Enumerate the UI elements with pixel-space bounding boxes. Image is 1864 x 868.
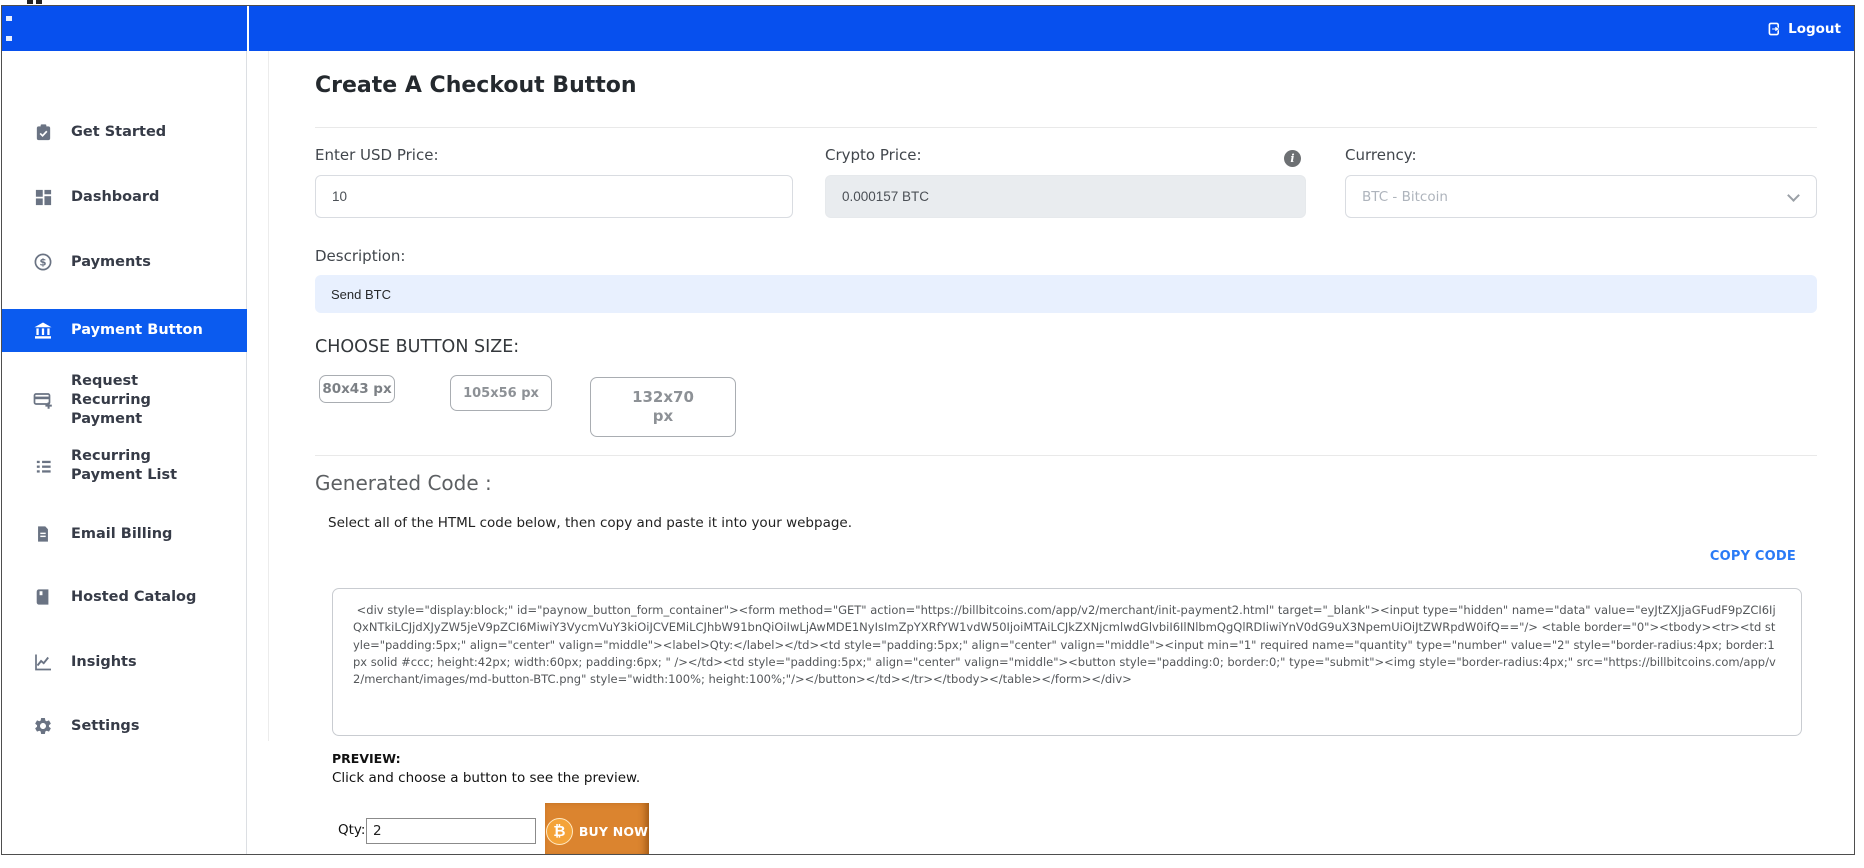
divider [315, 455, 1817, 456]
generated-code-instruction: Select all of the HTML code below, then … [328, 515, 853, 531]
top-navbar: Logout [2, 6, 1854, 51]
dashboard-grid-icon [32, 186, 54, 208]
crypto-price-label: Crypto Price: [825, 146, 922, 164]
sidebar-item-label: Request Recurring Payment [71, 373, 151, 427]
sidebar-item-hosted-catalog[interactable]: Hosted Catalog [2, 577, 247, 617]
currency-selected-value: BTC - Bitcoin [1362, 188, 1448, 205]
sidebar-item-label: Dashboard [71, 188, 160, 205]
usd-price-label: Enter USD Price: [315, 146, 439, 164]
sidebar-item-email-billing[interactable]: Email Billing [2, 514, 247, 554]
generated-code-box[interactable]: <div style="display:block;" id="paynow_b… [332, 588, 1802, 736]
sidebar-item-label: Email Billing [71, 525, 173, 542]
sidebar-item-settings[interactable]: Settings [2, 706, 247, 746]
qty-input[interactable] [366, 818, 536, 844]
size-option-105x56[interactable]: 105x56 px [450, 375, 552, 411]
size-option-132x70[interactable]: 132x70 px [590, 377, 736, 437]
sidebar-item-dashboard[interactable]: Dashboard [2, 177, 247, 217]
currency-label: Currency: [1345, 146, 1417, 164]
logout-button[interactable]: Logout [1767, 6, 1841, 51]
size-option-80x43[interactable]: 80x43 px [319, 375, 395, 403]
sidebar-item-label: Payment Button [71, 322, 203, 339]
qty-label: Qty: [338, 822, 366, 838]
card-edge [268, 51, 269, 741]
sidebar-item-insights[interactable]: Insights [2, 642, 247, 682]
currency-select[interactable]: BTC - Bitcoin [1345, 175, 1817, 218]
page-title: Create A Checkout Button [315, 73, 637, 98]
crypto-price-input [825, 175, 1306, 218]
sidebar-item-label: Payments [71, 253, 151, 270]
sidebar-item-label: Hosted Catalog [71, 588, 197, 605]
logo-fragment [6, 16, 13, 44]
description-input[interactable] [315, 275, 1817, 313]
buy-now-button[interactable]: ₿ BUY NOW [545, 803, 649, 854]
sidebar-item-get-started[interactable]: Get Started [2, 112, 247, 152]
window-artifact [36, 0, 42, 4]
window-artifact [27, 0, 33, 4]
chevron-down-icon [1787, 189, 1800, 202]
svg-text:$: $ [40, 258, 47, 269]
size-option-label: 105x56 px [463, 385, 539, 401]
choose-button-size-label: CHOOSE BUTTON SIZE: [315, 337, 520, 357]
dollar-circle-icon: $ [32, 251, 54, 273]
size-option-label: 80x43 px [322, 381, 392, 397]
document-icon [32, 523, 54, 545]
copy-code-button[interactable]: COPY CODE [1710, 549, 1796, 564]
sidebar-item-label: Recurring Payment List [71, 448, 178, 483]
divider [315, 127, 1817, 128]
chart-line-icon [32, 651, 54, 673]
main-content: Create A Checkout Button Enter USD Price… [248, 51, 1854, 854]
usd-price-input[interactable] [315, 175, 793, 218]
buy-now-label: BUY NOW [578, 823, 649, 839]
clipboard-check-icon [32, 121, 54, 143]
sidebar: Get Started Dashboard $ Payments Payment… [2, 51, 247, 854]
sidebar-item-request-recurring-payment[interactable]: Request Recurring Payment [2, 372, 247, 429]
topbar-divider [247, 6, 249, 51]
sidebar-item-payments[interactable]: $ Payments [2, 242, 247, 282]
book-icon [32, 586, 54, 608]
logout-label: Logout [1788, 20, 1841, 37]
info-icon[interactable]: i [1284, 150, 1301, 167]
gear-icon [32, 715, 54, 737]
sidebar-item-label: Insights [71, 653, 137, 670]
preview-title: PREVIEW: [332, 751, 401, 766]
bitcoin-icon: ₿ [545, 817, 573, 845]
bank-icon [32, 320, 54, 342]
sidebar-item-label: Settings [71, 717, 140, 734]
app-window: Logout Get Started Dashboard $ Payments … [1, 5, 1855, 855]
card-plus-icon [32, 389, 54, 411]
description-label: Description: [315, 247, 406, 265]
size-option-label: 132x70 px [632, 387, 694, 426]
preview-instruction: Click and choose a button to see the pre… [332, 770, 641, 786]
sidebar-item-payment-button[interactable]: Payment Button [2, 309, 247, 352]
sidebar-item-label: Get Started [71, 123, 167, 140]
list-icon [32, 455, 54, 477]
logout-icon [1767, 21, 1783, 37]
generated-code-title: Generated Code : [315, 471, 492, 495]
sidebar-item-recurring-payment-list[interactable]: Recurring Payment List [2, 446, 247, 486]
